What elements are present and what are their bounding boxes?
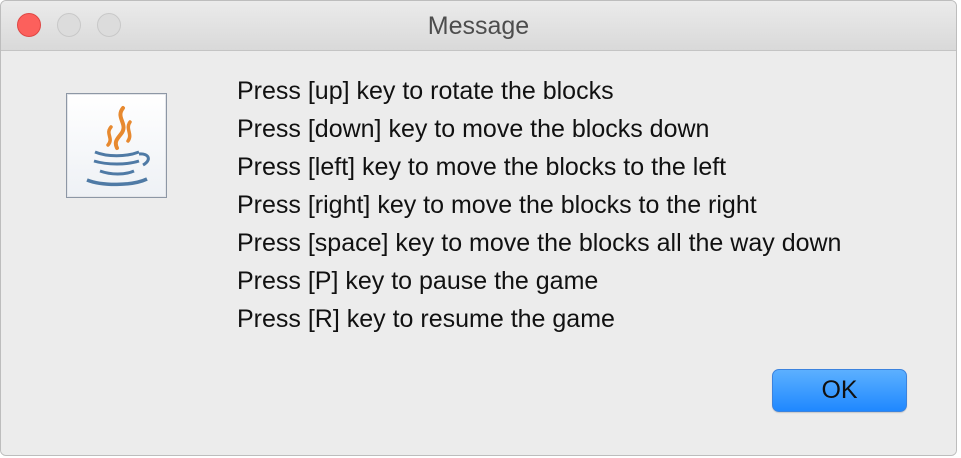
window-title: Message — [427, 12, 530, 40]
ok-button[interactable]: OK — [772, 369, 907, 412]
instruction-down: Press [down] key to move the blocks down — [237, 115, 710, 143]
title-bar: Message — [1, 1, 956, 51]
message-dialog: Message Press [up] key to rotate the blo… — [0, 0, 957, 456]
java-cup-icon — [66, 93, 167, 198]
dialog-content: Press [up] key to rotate the blocks Pres… — [1, 51, 956, 455]
instruction-pause: Press [P] key to pause the game — [237, 267, 599, 295]
instruction-resume: Press [R] key to resume the game — [237, 305, 615, 333]
java-cup-icon-graphic — [86, 106, 150, 187]
instruction-list: Press [up] key to rotate the blocks Pres… — [237, 72, 841, 338]
instruction-right: Press [right] key to move the blocks to … — [237, 191, 757, 219]
instruction-up: Press [up] key to rotate the blocks — [237, 77, 614, 105]
instruction-left: Press [left] key to move the blocks to t… — [237, 153, 727, 181]
instruction-space: Press [space] key to move the blocks all… — [237, 229, 842, 257]
